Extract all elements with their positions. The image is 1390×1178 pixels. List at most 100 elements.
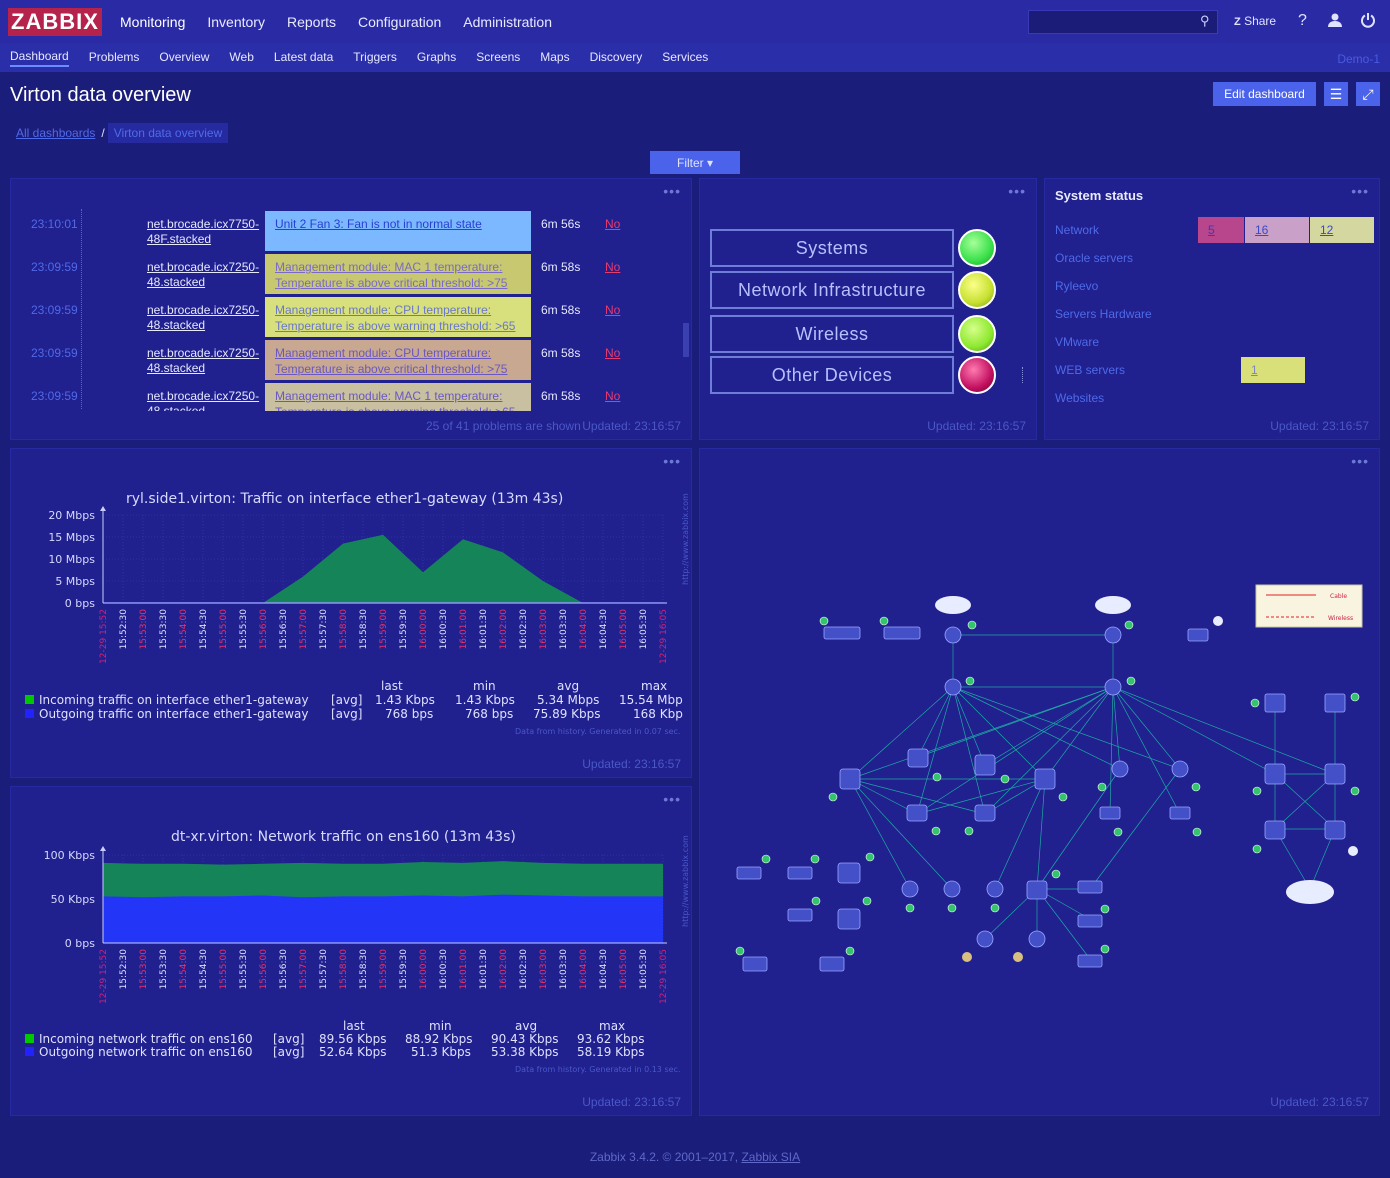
legend-last: 52.64 Kbps (319, 1045, 387, 1059)
problem-row[interactable]: 23:09:59 net.brocade.icx7250-48.stacked … (21, 383, 689, 411)
graph-footnote: Data from history. Generated in 0.07 sec… (515, 727, 681, 736)
problem-row[interactable]: 23:09:59 net.brocade.icx7250-48.stacked … (21, 254, 689, 294)
system-status-row[interactable]: Servers Hardware (1055, 307, 1152, 321)
filter-button[interactable]: Filter ▾ (650, 151, 740, 174)
problem-ack[interactable]: No (605, 346, 620, 360)
widget-menu-icon[interactable]: ••• (663, 183, 681, 199)
legend-max: 15.54 Mbp (619, 693, 683, 707)
hostgroup-name[interactable]: Websites (1055, 391, 1104, 405)
subnav-latest-data[interactable]: Latest data (274, 50, 333, 66)
scrollbar[interactable] (683, 323, 689, 357)
share-button[interactable]: Z Share (1234, 14, 1276, 28)
system-status-row[interactable]: VMware (1055, 335, 1099, 349)
legend-min: 51.3 Kbps (411, 1045, 471, 1059)
widget-menu-icon[interactable]: ••• (1351, 183, 1369, 199)
legend-func: [avg] (273, 1032, 305, 1046)
search-input[interactable] (1028, 10, 1218, 34)
subnav-maps[interactable]: Maps (540, 50, 569, 66)
network-map[interactable]: Cable Wireless (700, 449, 1381, 1089)
menu-inventory[interactable]: Inventory (207, 14, 265, 30)
x-tick-label: 12-29 15:52 (99, 949, 109, 1004)
nav-network-infrastructure[interactable]: Network Infrastructure (710, 271, 954, 309)
hostgroup-name[interactable]: Oracle servers (1055, 251, 1133, 265)
hostgroup-name[interactable]: Network (1055, 223, 1099, 237)
subnav-dashboard[interactable]: Dashboard (10, 49, 69, 67)
subnav-discovery[interactable]: Discovery (590, 50, 643, 66)
subnav-problems[interactable]: Problems (89, 50, 140, 66)
edit-dashboard-button[interactable]: Edit dashboard (1213, 82, 1316, 106)
hostgroup-name[interactable]: WEB servers (1055, 363, 1125, 377)
nav-other-devices[interactable]: Other Devices (710, 356, 954, 394)
problem-host[interactable]: net.brocade.icx7250-48.stacked (147, 346, 265, 376)
system-status-row[interactable]: Ryleevo (1055, 279, 1098, 293)
count-cell[interactable]: 5 (1198, 217, 1244, 243)
user-profile-icon[interactable] (1327, 12, 1343, 33)
traffic-chart[interactable]: 20 Mbps 15 Mbps 10 Mbps 5 Mbps 0 bps 12-29 15… (11, 499, 693, 679)
hostgroup-name[interactable]: VMware (1055, 335, 1099, 349)
subnav-graphs[interactable]: Graphs (417, 50, 456, 66)
subnav-triggers[interactable]: Triggers (353, 50, 397, 66)
subnav-services[interactable]: Services (662, 50, 708, 66)
problem-host[interactable]: net.brocade.icx7250-48.stacked (147, 303, 265, 333)
problem-host[interactable]: net.brocade.icx7250-48.stacked (147, 260, 265, 290)
subnav-web[interactable]: Web (229, 50, 253, 66)
system-status-row[interactable]: Websites (1055, 391, 1104, 405)
graph-watermark: http://www.zabbix.com (681, 493, 690, 585)
problem-host[interactable]: net.brocade.icx7250-48.stacked (147, 389, 265, 411)
problem-ack[interactable]: No (605, 217, 620, 231)
search-icon[interactable]: ⚲ (1200, 13, 1214, 28)
problem-description[interactable]: Unit 2 Fan 3: Fan is not in normal state (265, 211, 531, 251)
help-icon[interactable]: ? (1298, 12, 1307, 30)
problem-ack[interactable]: No (605, 260, 620, 274)
subnav-screens[interactable]: Screens (476, 50, 520, 66)
x-tick-label: 16:05:00 (619, 609, 629, 650)
count-cell[interactable]: 16 (1245, 217, 1309, 243)
problem-description[interactable]: Management module: CPU temperature: Temp… (265, 297, 531, 337)
count-cell[interactable]: 12 (1310, 217, 1374, 243)
x-tick-label: 15:54:00 (179, 609, 189, 650)
menu-configuration[interactable]: Configuration (358, 14, 441, 30)
problem-host[interactable]: net.brocade.icx7750-48F.stacked (147, 217, 265, 247)
problem-row[interactable]: 23:09:59 net.brocade.icx7250-48.stacked … (21, 340, 689, 380)
subnav-overview[interactable]: Overview (159, 50, 209, 66)
breadcrumb-all-dashboards[interactable]: All dashboards (10, 126, 101, 140)
hostgroup-name[interactable]: Servers Hardware (1055, 307, 1152, 321)
legend-row: Outgoing network traffic on ens160 [avg]… (25, 1045, 685, 1059)
problem-ack[interactable]: No (605, 303, 620, 317)
problem-description[interactable]: Management module: MAC 1 temperature: Te… (265, 383, 531, 411)
menu-administration[interactable]: Administration (463, 14, 552, 30)
series-area-incoming (103, 534, 663, 603)
fullscreen-icon[interactable]: ⤢ (1356, 82, 1380, 106)
menu-monitoring[interactable]: Monitoring (120, 14, 185, 30)
widget-menu-icon[interactable]: ••• (1008, 183, 1026, 199)
hostgroup-name[interactable]: Ryleevo (1055, 279, 1098, 293)
status-lamp-systems (958, 229, 996, 267)
problem-row[interactable]: 23:09:59 net.brocade.icx7250-48.stacked … (21, 297, 689, 337)
nav-systems[interactable]: Systems (710, 229, 954, 267)
updated-text: Updated: 23:16:57 (927, 419, 1026, 433)
system-status-row[interactable]: WEB servers 1 (1055, 357, 1371, 383)
problem-description[interactable]: Management module: CPU temperature: Temp… (265, 340, 531, 380)
problem-description[interactable]: Management module: MAC 1 temperature: Te… (265, 254, 531, 294)
x-tick-label: 15:56:00 (259, 609, 269, 650)
menu-icon[interactable]: ☰ (1324, 82, 1348, 106)
network-chart[interactable]: 100 Kbps 50 Kbps 0 bps 12-29 15:52 15:52:30 1… (11, 837, 693, 1017)
system-status-row[interactable]: Oracle servers (1055, 251, 1133, 265)
problem-ack[interactable]: No (605, 389, 620, 403)
zabbix-logo[interactable]: ZABBIX (8, 7, 102, 36)
x-tick-label: 15:59:00 (379, 949, 389, 990)
footer-link[interactable]: Zabbix SIA (741, 1150, 800, 1164)
nav-wireless[interactable]: Wireless (710, 315, 954, 353)
problem-row[interactable]: 23:10:01 net.brocade.icx7750-48F.stacked… (21, 211, 689, 251)
menu-reports[interactable]: Reports (287, 14, 336, 30)
x-tick-label: 15:53:30 (159, 949, 169, 990)
system-status-row[interactable]: Network 5 16 12 (1055, 217, 1374, 243)
x-tick-label: 15:54:30 (199, 949, 209, 990)
count-cell[interactable]: 1 (1241, 357, 1305, 383)
widget-menu-icon[interactable]: ••• (663, 791, 681, 807)
x-tick-label: 16:04:00 (579, 949, 589, 990)
widget-menu-icon[interactable]: ••• (663, 453, 681, 469)
x-tick-label: 15:58:00 (339, 609, 349, 650)
x-tick-label: 16:00:00 (419, 949, 429, 990)
sign-out-icon[interactable] (1360, 12, 1376, 33)
